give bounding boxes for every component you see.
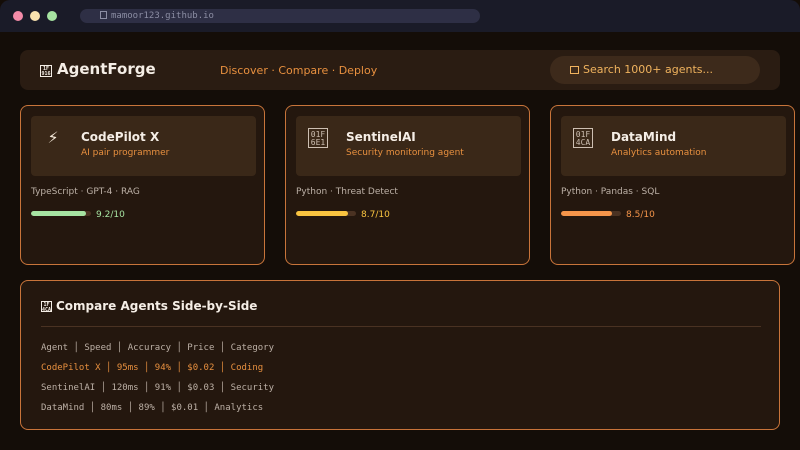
lock-icon xyxy=(100,11,107,19)
table-row[interactable]: DataMind │ 80ms │ 89% │ $0.01 │ Analytic… xyxy=(41,402,274,422)
address-bar[interactable]: mamoor123.github.io xyxy=(80,9,480,23)
agent-tags: TypeScript · GPT-4 · RAG xyxy=(31,187,140,197)
score-bar-fill xyxy=(31,211,87,216)
agent-subtitle: Analytics automation xyxy=(611,148,707,158)
agent-card-codepilot[interactable]: ⚡ CodePilot X AI pair programmer TypeScr… xyxy=(20,105,265,265)
agent-subtitle: AI pair programmer xyxy=(81,148,170,158)
agent-name: SentinelAI xyxy=(346,130,416,144)
agent-name: CodePilot X xyxy=(81,130,160,144)
score-bar xyxy=(561,211,621,216)
card-header: 01F 6E1 SentinelAI Security monitoring a… xyxy=(296,116,521,176)
compare-panel: 1F 4CA Compare Agents Side-by-Side Agent … xyxy=(20,280,780,430)
bar-chart-icon: 01F 4CA xyxy=(573,128,593,148)
search-input[interactable]: Search 1000+ agents... xyxy=(550,56,760,84)
table-header-row: Agent │ Speed │ Accuracy │ Price │ Categ… xyxy=(41,343,274,353)
close-window-dot[interactable] xyxy=(13,11,23,21)
minimize-window-dot[interactable] xyxy=(30,11,40,21)
url-text: mamoor123.github.io xyxy=(111,11,214,21)
card-header: ⚡ CodePilot X AI pair programmer xyxy=(31,116,256,176)
search-placeholder: Search 1000+ agents... xyxy=(583,63,713,76)
agent-subtitle: Security monitoring agent xyxy=(346,148,464,158)
site-header: 1F 916 AgentForge Discover · Compare · De… xyxy=(20,50,780,90)
agent-name: DataMind xyxy=(611,130,677,144)
compare-title-text: Compare Agents Side-by-Side xyxy=(56,299,258,313)
agent-card-sentinelai[interactable]: 01F 6E1 SentinelAI Security monitoring a… xyxy=(285,105,530,265)
agent-tags: Python · Pandas · SQL xyxy=(561,187,660,197)
score-text: 8.5/10 xyxy=(626,210,655,220)
maximize-window-dot[interactable] xyxy=(47,11,57,21)
shield-icon: 01F 6E1 xyxy=(308,128,328,148)
agent-tags: Python · Threat Detect xyxy=(296,187,398,197)
score-bar-fill xyxy=(561,211,612,216)
card-header: 01F 4CA DataMind Analytics automation xyxy=(561,116,786,176)
bar-chart-icon: 1F 4CA xyxy=(41,301,52,313)
compare-title: 1F 4CA Compare Agents Side-by-Side xyxy=(41,299,257,313)
nav-links[interactable]: Discover · Compare · Deploy xyxy=(220,64,377,77)
table-row[interactable]: CodePilot X │ 95ms │ 94% │ $0.02 │ Codin… xyxy=(41,362,274,382)
score-text: 8.7/10 xyxy=(361,210,390,220)
score-text: 9.2/10 xyxy=(96,210,125,220)
score-bar xyxy=(31,211,91,216)
search-icon xyxy=(570,66,579,74)
lightning-icon: ⚡ xyxy=(47,127,59,148)
divider xyxy=(41,326,761,327)
compare-table: Agent │ Speed │ Accuracy │ Price │ Categ… xyxy=(41,342,274,422)
app-name: AgentForge xyxy=(57,60,156,78)
agent-card-datamind[interactable]: 01F 4CA DataMind Analytics automation Py… xyxy=(550,105,795,265)
robot-icon: 1F 916 xyxy=(40,65,52,77)
score-bar-fill xyxy=(296,211,349,216)
score-bar xyxy=(296,211,356,216)
browser-chrome: mamoor123.github.io xyxy=(0,0,800,32)
table-row[interactable]: SentinelAI │ 120ms │ 91% │ $0.03 │ Secur… xyxy=(41,382,274,402)
app-logo[interactable]: 1F 916 AgentForge xyxy=(40,60,156,78)
